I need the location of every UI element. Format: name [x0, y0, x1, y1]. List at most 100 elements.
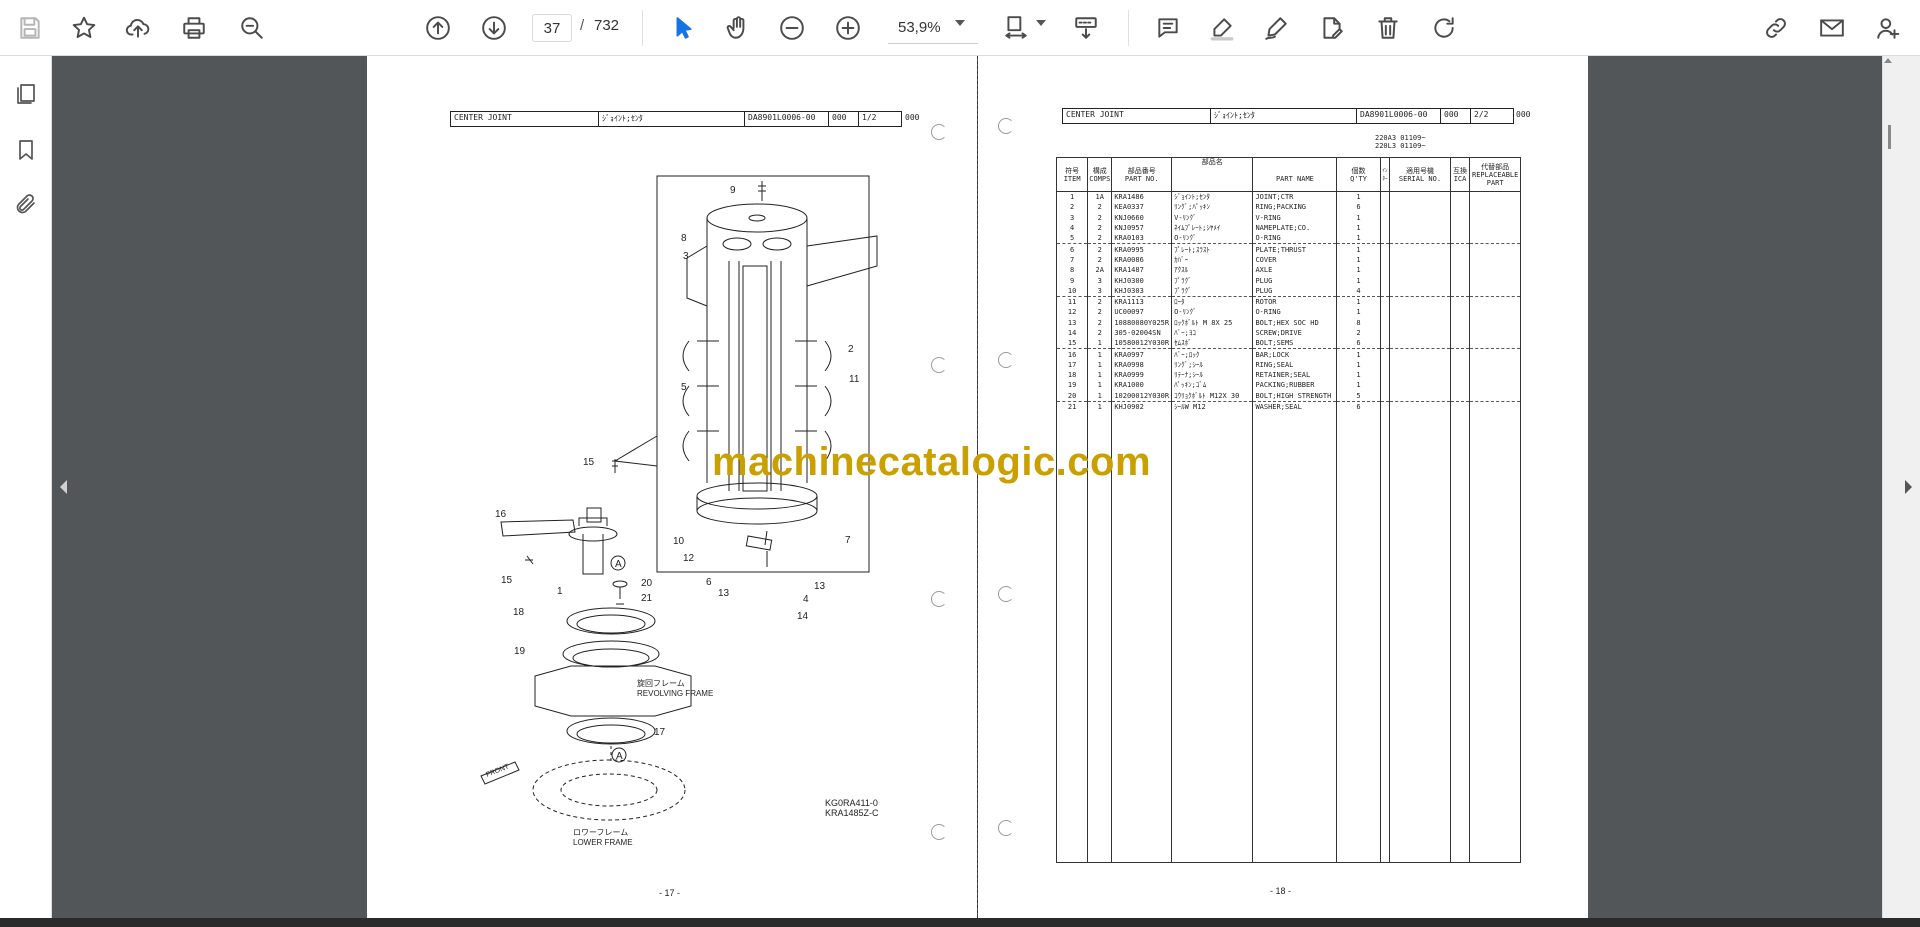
part-name-en-cell: O-RING	[1252, 233, 1338, 245]
comps-cell: 2	[1087, 317, 1113, 328]
part-no-cell: KHJ0902	[1111, 401, 1173, 413]
page-fit-caret-icon[interactable]	[1036, 20, 1046, 26]
item-cell: 7	[1055, 254, 1089, 266]
comps-cell: 2	[1087, 296, 1113, 308]
scroll-mode-icon[interactable]	[1066, 8, 1106, 48]
page-number-input[interactable]	[532, 14, 572, 42]
empty-cell	[1469, 412, 1521, 864]
draw-icon[interactable]	[1256, 8, 1296, 48]
previous-page-icon[interactable]	[418, 8, 458, 48]
save-icon[interactable]	[10, 8, 50, 48]
empty-cell	[1389, 338, 1451, 350]
collapse-right-panel-icon[interactable]	[1905, 480, 1912, 494]
part-name-jp-cell: ｶﾊﾞｰ	[1171, 254, 1254, 266]
empty-cell	[1379, 233, 1391, 245]
item-cell: 14	[1055, 327, 1089, 339]
lower-frame-label-jp: ロワーフレーム	[573, 828, 628, 837]
bookmark-star-icon[interactable]	[64, 8, 104, 48]
empty-cell	[1379, 348, 1391, 360]
add-user-icon[interactable]	[1868, 8, 1908, 48]
empty-cell	[1389, 307, 1451, 318]
callout-16: 16	[495, 509, 507, 520]
qty-cell: 1	[1336, 191, 1381, 203]
empty-cell	[1469, 359, 1521, 371]
empty-cell	[1449, 222, 1471, 234]
comps-cell: 1	[1087, 359, 1113, 371]
part-no-cell: 305-02004SN	[1111, 327, 1173, 339]
part-name-en-cell: V-RING	[1252, 212, 1338, 223]
col-part-name-jp: 部品名	[1171, 157, 1254, 192]
email-icon[interactable]	[1812, 8, 1852, 48]
qty-cell: 6	[1336, 202, 1381, 213]
part-name-jp-cell: ﾈｲﾑﾌﾟﾚｰﾄ;ｼﾔﾒｲ	[1171, 222, 1254, 234]
header-sheet: 2/2	[1474, 110, 1489, 119]
empty-cell	[1449, 317, 1471, 328]
col-comps: 構成 COMPS	[1087, 157, 1113, 192]
callout-15: 15	[583, 457, 595, 468]
lower-frame-label-en: LOWER FRAME	[573, 838, 633, 847]
empty-cell	[1449, 265, 1471, 276]
page-fit-icon[interactable]	[996, 8, 1036, 48]
empty-cell	[1449, 412, 1471, 864]
comment-icon[interactable]	[1148, 8, 1188, 48]
upload-cloud-icon[interactable]	[118, 8, 158, 48]
col-item: 符号 ITEM	[1055, 157, 1089, 192]
part-no-cell: KRA0998	[1111, 359, 1173, 371]
empty-cell	[1469, 243, 1521, 255]
callout-5: 5	[681, 382, 687, 393]
hand-tool-icon[interactable]	[718, 8, 758, 48]
zoom-search-icon[interactable]	[232, 8, 272, 48]
col-inter: ｲﾝﾀｰ	[1379, 157, 1391, 192]
empty-cell	[1449, 191, 1471, 203]
center-joint-detail	[682, 181, 878, 567]
empty-cell	[1389, 285, 1451, 297]
part-name-en-cell: BOLT;HIGH STRENGTH	[1252, 390, 1338, 402]
empty-cell	[1389, 327, 1451, 339]
select-cursor-icon[interactable]	[664, 8, 704, 48]
empty-cell	[1379, 296, 1391, 308]
col-serial: 適用号機 SERIAL NO.	[1389, 157, 1451, 192]
rotate-icon[interactable]	[1424, 8, 1464, 48]
revolving-frame-label-en: REVOLVING FRAME	[637, 689, 713, 698]
zoom-select[interactable]: 53,9%	[888, 12, 978, 44]
empty-cell	[1389, 348, 1451, 360]
table-row: 21 1 KHJ0902 ｼｰﾙW M12 WASHER;SEAL 6	[1055, 401, 1521, 413]
empty-cell	[1389, 243, 1451, 255]
pages-panel-icon[interactable]	[8, 76, 44, 112]
empty-cell	[1469, 317, 1521, 328]
bookmarks-panel-icon[interactable]	[8, 132, 44, 168]
table-row: 12 2 UC00097 O-ﾘﾝｸﾞ O-RING 1	[1055, 307, 1521, 318]
collapse-left-panel-icon[interactable]	[60, 480, 67, 494]
part-name-jp-cell: ｼｰﾙW M12	[1171, 401, 1254, 413]
empty-cell	[1469, 191, 1521, 203]
delete-icon[interactable]	[1368, 8, 1408, 48]
empty-cell	[1449, 202, 1471, 213]
qty-cell: 1	[1336, 296, 1381, 308]
next-page-icon[interactable]	[474, 8, 514, 48]
share-link-icon[interactable]	[1756, 8, 1796, 48]
empty-cell	[1379, 285, 1391, 297]
attachments-panel-icon[interactable]	[8, 186, 44, 222]
scrollbar-thumb[interactable]	[1888, 125, 1891, 149]
empty-cell	[1389, 412, 1451, 864]
empty-cell	[1379, 307, 1391, 318]
qty-cell: 1	[1336, 233, 1381, 245]
toolbar-divider	[642, 10, 643, 46]
chevron-down-icon[interactable]	[955, 20, 965, 26]
qty-cell: 6	[1336, 401, 1381, 413]
callout-11: 11	[849, 374, 860, 385]
scroll-up-icon[interactable]	[1884, 58, 1892, 63]
empty-cell	[1469, 380, 1521, 391]
empty-cell	[1379, 370, 1391, 381]
zoom-out-icon[interactable]	[772, 8, 812, 48]
print-icon[interactable]	[174, 8, 214, 48]
qty-cell: 1	[1336, 212, 1381, 223]
fill-sign-icon[interactable]	[1312, 8, 1352, 48]
item-cell: 12	[1055, 307, 1089, 318]
empty-cell	[1389, 191, 1451, 203]
zoom-in-icon[interactable]	[828, 8, 868, 48]
empty-cell	[1379, 401, 1391, 413]
highlight-icon[interactable]	[1202, 8, 1242, 48]
part-name-jp-cell: ﾌﾟﾗｸﾞ	[1171, 285, 1254, 297]
item-cell: 3	[1055, 212, 1089, 223]
